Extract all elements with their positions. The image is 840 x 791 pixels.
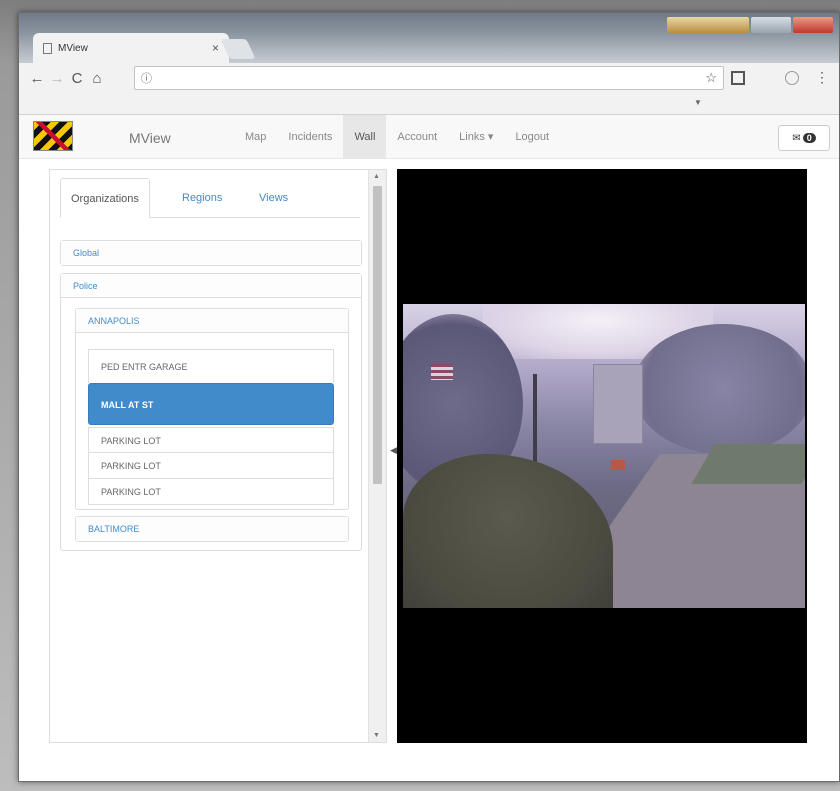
- nav-wall[interactable]: Wall: [343, 115, 387, 159]
- message-count-badge: 0: [802, 133, 816, 143]
- group-annapolis: ANNAPOLIS PED ENTR GARAGE MALL AT ST PAR…: [75, 308, 349, 510]
- bookmarks-bar: ▼: [19, 93, 839, 115]
- app-navbar: MView Map Incidents Wall Account Links ▾…: [19, 115, 839, 159]
- group-police: Police ANNAPOLIS PED ENTR GARAGE MALL AT…: [60, 273, 362, 551]
- window-controls: [667, 17, 833, 33]
- scrollbar-thumb[interactable]: [373, 186, 382, 484]
- panel-tabs: Organizations Regions Views: [60, 178, 360, 218]
- dropdown-arrow-icon[interactable]: ▼: [694, 98, 702, 107]
- back-icon[interactable]: ←: [27, 70, 47, 87]
- camera-item[interactable]: PARKING LOT: [88, 453, 334, 479]
- browser-menu-icon[interactable]: ⋮: [815, 69, 829, 86]
- nav-logout[interactable]: Logout: [504, 115, 560, 159]
- envelope-icon: ✉: [792, 132, 801, 144]
- camera-item-selected[interactable]: MALL AT ST: [88, 383, 334, 425]
- extension-circle-icon[interactable]: [785, 71, 799, 85]
- panel-scrollbar[interactable]: ▲ ▼: [368, 170, 386, 742]
- group-baltimore-header[interactable]: BALTIMORE: [76, 517, 348, 541]
- group-baltimore: BALTIMORE: [75, 516, 349, 542]
- collapse-panel-icon[interactable]: ◀: [390, 445, 397, 456]
- minimize-button[interactable]: [667, 17, 749, 33]
- browser-toolbar: ← → C ⌂ ⓘ ☆ ⋮: [19, 63, 839, 93]
- maryland-flag-logo[interactable]: [33, 121, 73, 151]
- forward-icon[interactable]: →: [47, 70, 67, 87]
- tab-organizations[interactable]: Organizations: [60, 178, 150, 218]
- browser-tab[interactable]: MView ×: [33, 33, 229, 63]
- desktop-background: MView × ← → C ⌂ ⓘ ☆ ⋮ ▼ MView Map Incide…: [0, 0, 840, 791]
- title-bar: MView ×: [19, 13, 839, 63]
- home-icon[interactable]: ⌂: [87, 70, 107, 87]
- tab-title: MView: [58, 42, 88, 54]
- group-annapolis-header[interactable]: ANNAPOLIS: [76, 309, 348, 333]
- brand-name[interactable]: MView: [129, 130, 171, 146]
- tab-regions[interactable]: Regions: [182, 178, 222, 218]
- messages-button[interactable]: ✉ 0: [778, 125, 830, 151]
- nav-links: Map Incidents Wall Account Links ▾ Logou…: [234, 115, 560, 159]
- video-wall-viewer[interactable]: [397, 169, 807, 743]
- close-tab-icon[interactable]: ×: [212, 41, 219, 55]
- group-police-header[interactable]: Police: [61, 274, 361, 298]
- nav-incidents[interactable]: Incidents: [277, 115, 343, 159]
- scroll-down-icon[interactable]: ▼: [373, 732, 380, 739]
- browser-window: MView × ← → C ⌂ ⓘ ☆ ⋮ ▼ MView Map Incide…: [18, 12, 840, 782]
- close-window-button[interactable]: [793, 17, 833, 33]
- camera-tree-panel: Organizations Regions Views Global Polic…: [49, 169, 387, 743]
- camera-feed-image: [403, 304, 805, 608]
- nav-links-dropdown[interactable]: Links ▾: [448, 115, 504, 159]
- camera-item[interactable]: PARKING LOT: [88, 427, 334, 453]
- scroll-up-icon[interactable]: ▲: [373, 173, 380, 180]
- nav-map[interactable]: Map: [234, 115, 277, 159]
- address-bar[interactable]: ⓘ ☆: [134, 66, 724, 90]
- nav-account[interactable]: Account: [386, 115, 448, 159]
- page-content: MView Map Incidents Wall Account Links ▾…: [19, 115, 839, 781]
- page-icon: [43, 42, 52, 54]
- tab-views[interactable]: Views: [259, 178, 288, 218]
- camera-item[interactable]: PARKING LOT: [88, 479, 334, 505]
- bookmark-star-icon[interactable]: ☆: [705, 70, 717, 86]
- group-global-header[interactable]: Global: [61, 241, 361, 265]
- maximize-button[interactable]: [751, 17, 791, 33]
- extension-icon[interactable]: [731, 71, 745, 85]
- group-global: Global: [60, 240, 362, 266]
- reload-icon[interactable]: C: [67, 70, 87, 87]
- info-icon[interactable]: ⓘ: [141, 70, 152, 86]
- camera-item[interactable]: PED ENTR GARAGE: [88, 349, 334, 383]
